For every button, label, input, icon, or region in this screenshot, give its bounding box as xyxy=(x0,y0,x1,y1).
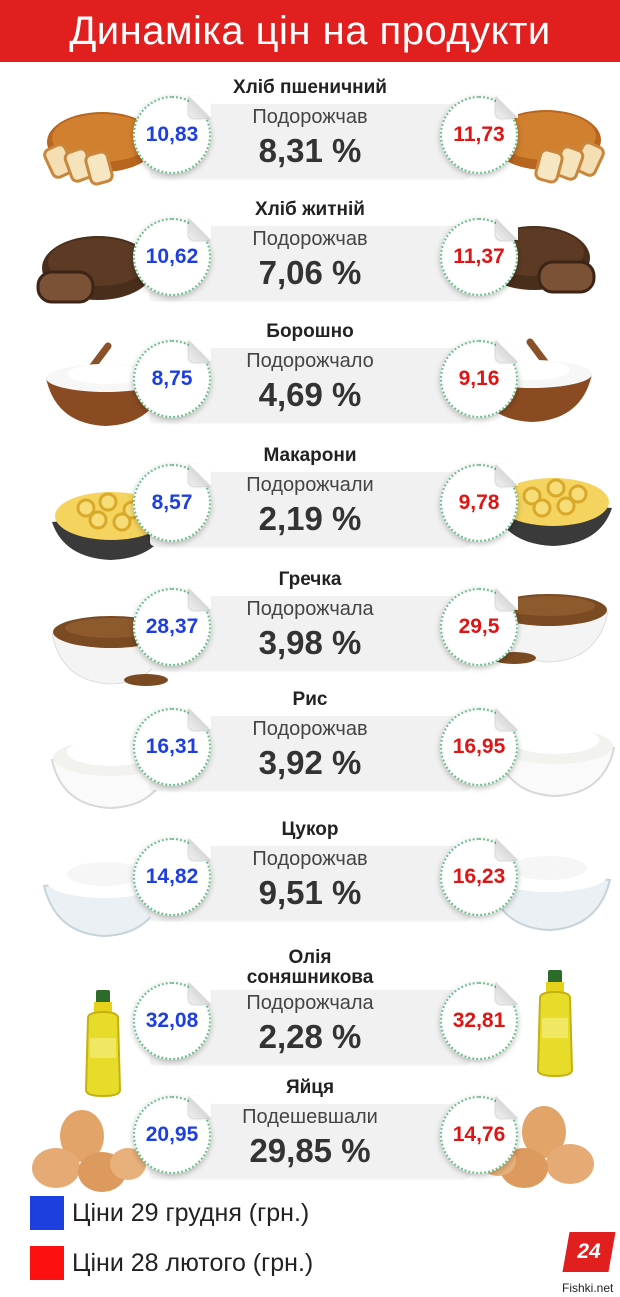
product-row: Борошно Подорожчало 4,69 % 8,75 9,16 xyxy=(0,306,620,428)
product-name: Хліб житній xyxy=(255,199,365,220)
new-price-value: 11,73 xyxy=(453,123,505,146)
product-row: Яйця Подешевшали 29,85 % 20,95 14,76 xyxy=(0,1062,620,1192)
channel-24-logo: 24 xyxy=(562,1232,616,1272)
old-price-sticker: 10,83 xyxy=(133,96,211,174)
product-name: Гречка xyxy=(278,569,342,590)
old-price-value: 32,08 xyxy=(145,1009,199,1032)
old-price-value: 10,83 xyxy=(145,123,199,146)
product-name: Макарони xyxy=(263,445,357,466)
product-row: Олія соняшникова Подорожчала 2,28 % 32,08 32… xyxy=(0,934,620,1098)
old-price-value: 28,37 xyxy=(145,615,199,638)
old-price-value: 16,31 xyxy=(145,735,199,758)
product-row: Гречка Подорожчала 3,98 % 28,37 29,5 xyxy=(0,554,620,686)
red-swatch-icon xyxy=(30,1246,64,1280)
new-price-sticker: 29,5 xyxy=(440,588,518,666)
product-name: Борошно xyxy=(266,321,354,342)
product-row: Цукор Подорожчав 9,51 % 14,82 16,23 xyxy=(0,804,620,938)
old-price-sticker: 32,08 xyxy=(133,982,211,1060)
new-price-sticker: 11,73 xyxy=(440,96,518,174)
old-price-value: 8,75 xyxy=(151,367,193,390)
new-price-value: 16,95 xyxy=(452,735,506,758)
new-price-sticker: 16,23 xyxy=(440,838,518,916)
legend-old-label: Ціни 29 грудня (грн.) xyxy=(72,1198,310,1227)
new-price-sticker: 9,78 xyxy=(440,464,518,542)
new-price-value: 32,81 xyxy=(452,1009,506,1032)
legend-old-prices: Ціни 29 грудня (грн.) xyxy=(30,1196,309,1230)
old-price-value: 20,95 xyxy=(145,1123,199,1146)
old-price-sticker: 10,62 xyxy=(133,218,211,296)
new-price-value: 14,76 xyxy=(452,1123,506,1146)
product-row: Макарони Подорожчали 2,19 % 8,57 9,78 xyxy=(0,430,620,560)
product-name: Хліб пшеничний xyxy=(233,77,387,98)
new-price-value: 9,78 xyxy=(458,491,500,514)
new-price-value: 11,37 xyxy=(453,245,505,268)
new-price-value: 9,16 xyxy=(458,367,500,390)
product-row: Хліб житній Подорожчав 7,06 % 10,62 11,37 xyxy=(0,184,620,304)
legend-new-prices: Ціни 28 лютого (грн.) xyxy=(30,1246,313,1280)
new-price-sticker: 11,37 xyxy=(440,218,518,296)
old-price-sticker: 20,95 xyxy=(133,1096,211,1174)
product-row: Рис Подорожчав 3,92 % 16,31 16,95 xyxy=(0,674,620,810)
product-row: Хліб пшеничний Подорожчав 8,31 % 10,83 11,73 xyxy=(0,62,620,186)
old-price-value: 8,57 xyxy=(151,491,193,514)
old-price-sticker: 28,37 xyxy=(133,588,211,666)
new-price-sticker: 14,76 xyxy=(440,1096,518,1174)
old-price-sticker: 16,31 xyxy=(133,708,211,786)
old-price-sticker: 8,75 xyxy=(133,340,211,418)
new-price-value: 16,23 xyxy=(452,865,506,888)
old-price-value: 10,62 xyxy=(145,245,199,268)
new-price-sticker: 9,16 xyxy=(440,340,518,418)
product-name: Яйця xyxy=(285,1077,335,1098)
new-price-sticker: 16,95 xyxy=(440,708,518,786)
product-name: Рис xyxy=(292,689,328,710)
page-title: Динаміка цін на продукти xyxy=(69,8,551,53)
watermark-credit: Fishki.net xyxy=(562,1281,614,1295)
blue-swatch-icon xyxy=(30,1196,64,1230)
old-price-sticker: 8,57 xyxy=(133,464,211,542)
product-name: Цукор xyxy=(281,819,339,840)
product-name: Олія соняшникова xyxy=(246,947,374,988)
title-banner: Динаміка цін на продукти xyxy=(0,0,620,62)
new-price-sticker: 32,81 xyxy=(440,982,518,1060)
eggs-icon xyxy=(30,1106,150,1201)
logo-text: 24 xyxy=(575,1240,603,1263)
old-price-value: 14,82 xyxy=(145,865,199,888)
legend-new-label: Ціни 28 лютого (грн.) xyxy=(72,1248,314,1277)
old-price-sticker: 14,82 xyxy=(133,838,211,916)
new-price-value: 29,5 xyxy=(458,615,500,638)
